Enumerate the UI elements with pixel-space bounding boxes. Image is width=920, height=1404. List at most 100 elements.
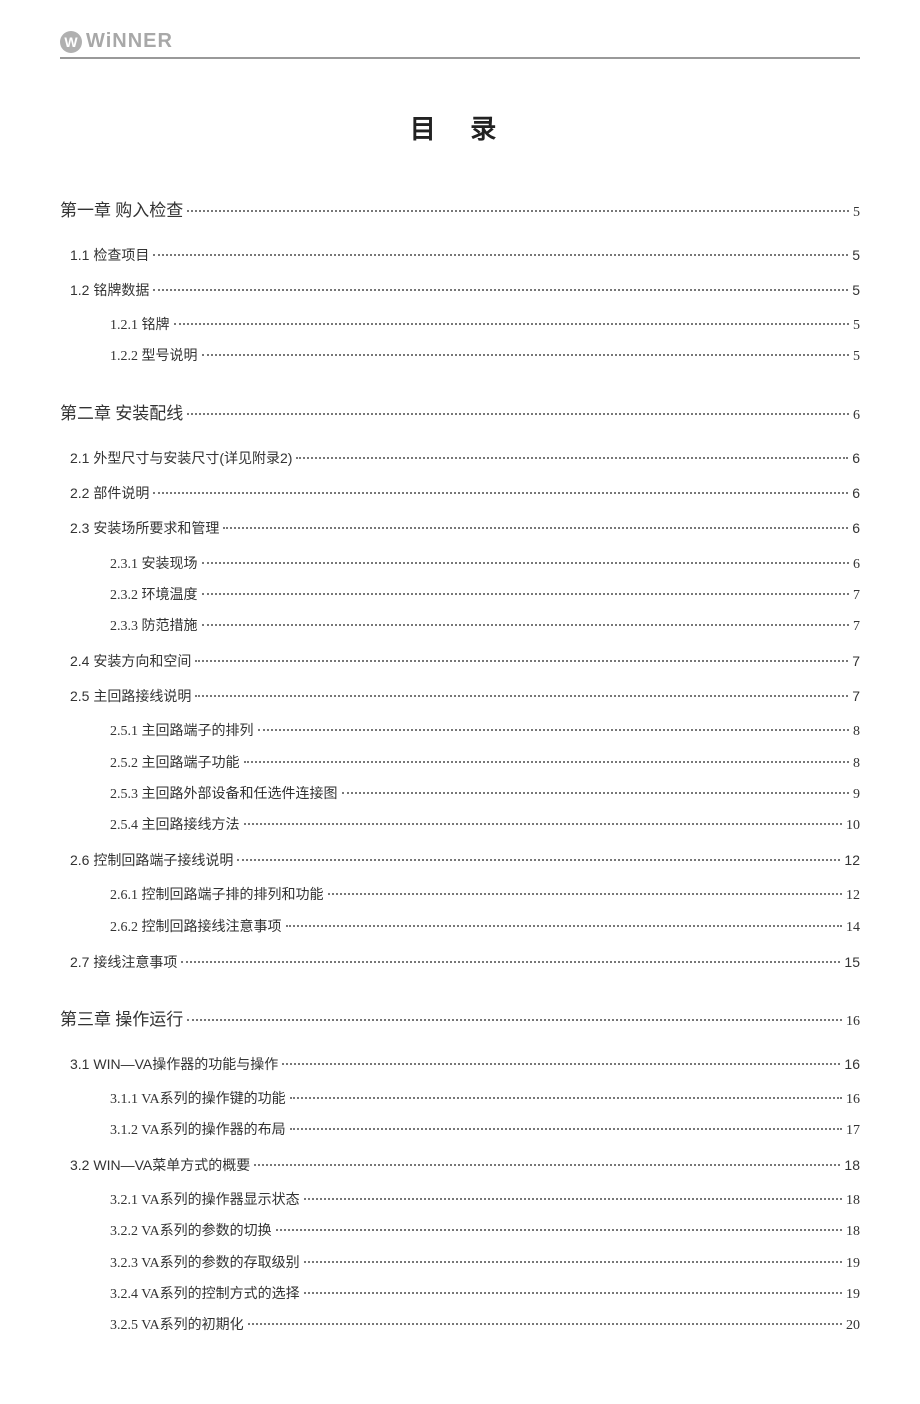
toc-entry-page: 6 [853,403,860,428]
toc-entry: 3.2.5 VA系列的初期化 20 [60,1313,860,1338]
brand-logo: W WiNNER [60,30,173,53]
table-of-contents: 第一章 购入检查51.1 检查项目51.2 铭牌数据51.2.1 铭牌51.2.… [60,196,860,1338]
toc-entry: 2.5.3 主回路外部设备和任选件连接图9 [60,782,860,807]
toc-entry-label: 3.2.5 VA系列的初期化 [110,1313,244,1338]
toc-entry-label: 2.6.2 控制回路接线注意事项 [110,915,282,940]
toc-entry-page: 17 [846,1118,860,1143]
toc-leader-dots [202,354,850,356]
toc-leader-dots [276,1229,842,1231]
toc-entry-label: 第一章 购入检查 [60,196,183,227]
toc-entry-label: 3.1 WIN—VA操作器的功能与操作 [70,1052,278,1077]
toc-entry: 2.3.2 环境温度7 [60,583,860,608]
toc-entry: 1.1 检查项目5 [60,243,860,268]
toc-entry-page: 5 [853,200,860,225]
toc-entry-page: 5 [852,278,860,303]
toc-leader-dots [195,695,848,697]
toc-entry-page: 18 [846,1188,860,1213]
toc-entry: 第一章 购入检查 5 [60,196,860,227]
toc-leader-dots [244,823,843,825]
toc-entry-label: 2.6.1 控制回路端子排的排列和功能 [110,883,324,908]
toc-entry-label: 2.2 部件说明 [70,481,149,506]
toc-leader-dots [290,1097,842,1099]
toc-leader-dots [153,289,848,291]
toc-entry: 3.1 WIN—VA操作器的功能与操作 16 [60,1052,860,1077]
toc-entry-page: 7 [853,614,860,639]
toc-entry-label: 2.5.3 主回路外部设备和任选件连接图 [110,782,338,807]
toc-entry-page: 8 [853,719,860,744]
toc-leader-dots [202,624,850,626]
toc-entry-label: 2.4 安装方向和空间 [70,649,191,674]
toc-entry: 2.2 部件说明 6 [60,481,860,506]
toc-entry: 2.5.1 主回路端子的排列 8 [60,719,860,744]
toc-leader-dots [258,729,850,731]
toc-entry: 2.3.1 安装现场6 [60,552,860,577]
toc-entry-label: 1.2 铭牌数据 [70,278,149,303]
toc-entry-page: 5 [853,344,860,369]
toc-entry-label: 2.5.1 主回路端子的排列 [110,719,254,744]
toc-entry-label: 2.1 外型尺寸与安装尺寸(详见附录2) [70,446,292,471]
toc-entry-label: 3.1.2 VA系列的操作器的布局 [110,1118,286,1143]
toc-entry-page: 6 [852,481,860,506]
toc-leader-dots [248,1323,842,1325]
toc-entry-label: 第三章 操作运行 [60,1005,183,1036]
toc-leader-dots [304,1261,842,1263]
toc-entry-page: 12 [844,848,860,873]
toc-leader-dots [342,792,850,794]
brand-logo-mark: W [60,31,82,53]
toc-entry: 3.2 WIN—VA菜单方式的概要 18 [60,1153,860,1178]
toc-leader-dots [187,413,849,415]
toc-leader-dots [181,961,840,963]
toc-leader-dots [237,859,840,861]
toc-entry-label: 1.1 检查项目 [70,243,149,268]
toc-entry: 2.5 主回路接线说明7 [60,684,860,709]
toc-entry-label: 1.2.2 型号说明 [110,344,198,369]
toc-leader-dots [304,1198,842,1200]
toc-entry-page: 18 [844,1153,860,1178]
toc-entry-page: 19 [846,1282,860,1307]
toc-leader-dots [202,593,850,595]
toc-entry-page: 16 [844,1052,860,1077]
toc-entry-page: 20 [846,1313,860,1338]
toc-entry-label: 2.5.4 主回路接线方法 [110,813,240,838]
toc-entry-page: 16 [846,1087,860,1112]
toc-leader-dots [223,527,848,529]
toc-leader-dots [296,457,848,459]
toc-entry: 2.4 安装方向和空间7 [60,649,860,674]
toc-entry: 2.1 外型尺寸与安装尺寸(详见附录2)6 [60,446,860,471]
toc-entry-page: 14 [846,915,860,940]
toc-entry-page: 19 [846,1251,860,1276]
toc-entry-label: 2.7 接线注意事项 [70,950,177,975]
toc-entry-page: 5 [853,313,860,338]
toc-entry: 3.2.4 VA系列的控制方式的选择19 [60,1282,860,1307]
toc-entry: 3.2.2 VA系列的参数的切换18 [60,1219,860,1244]
toc-leader-dots [328,893,843,895]
toc-entry: 3.1.2 VA系列的操作器的布局 17 [60,1118,860,1143]
toc-entry: 第三章 操作运行16 [60,1005,860,1036]
toc-leader-dots [304,1292,842,1294]
toc-leader-dots [282,1063,840,1065]
toc-entry-label: 2.3.2 环境温度 [110,583,198,608]
toc-leader-dots [254,1164,840,1166]
toc-entry-label: 2.5 主回路接线说明 [70,684,191,709]
toc-entry-label: 2.6 控制回路端子接线说明 [70,848,233,873]
toc-entry: 2.5.4 主回路接线方法10 [60,813,860,838]
toc-entry-label: 3.2 WIN—VA菜单方式的概要 [70,1153,250,1178]
toc-entry: 1.2.1 铭牌5 [60,313,860,338]
toc-entry-label: 3.2.3 VA系列的参数的存取级别 [110,1251,300,1276]
page-header: W WiNNER [60,30,860,59]
toc-entry: 2.3 安装场所要求和管理6 [60,516,860,541]
toc-entry-page: 6 [853,552,860,577]
toc-entry-page: 12 [846,883,860,908]
toc-entry: 1.2 铭牌数据 5 [60,278,860,303]
toc-entry: 2.5.2 主回路端子功能8 [60,751,860,776]
toc-leader-dots [187,1019,842,1021]
toc-entry: 3.1.1 VA系列的操作键的功能16 [60,1087,860,1112]
toc-leader-dots [153,492,848,494]
brand-logo-text: WiNNER [86,30,173,53]
toc-entry-label: 第二章 安装配线 [60,399,183,430]
toc-entry-page: 15 [844,950,860,975]
page-title: 目 录 [60,109,860,146]
toc-leader-dots [174,323,850,325]
toc-entry-label: 2.3.3 防范措施 [110,614,198,639]
toc-entry: 2.6.2 控制回路接线注意事项 14 [60,915,860,940]
